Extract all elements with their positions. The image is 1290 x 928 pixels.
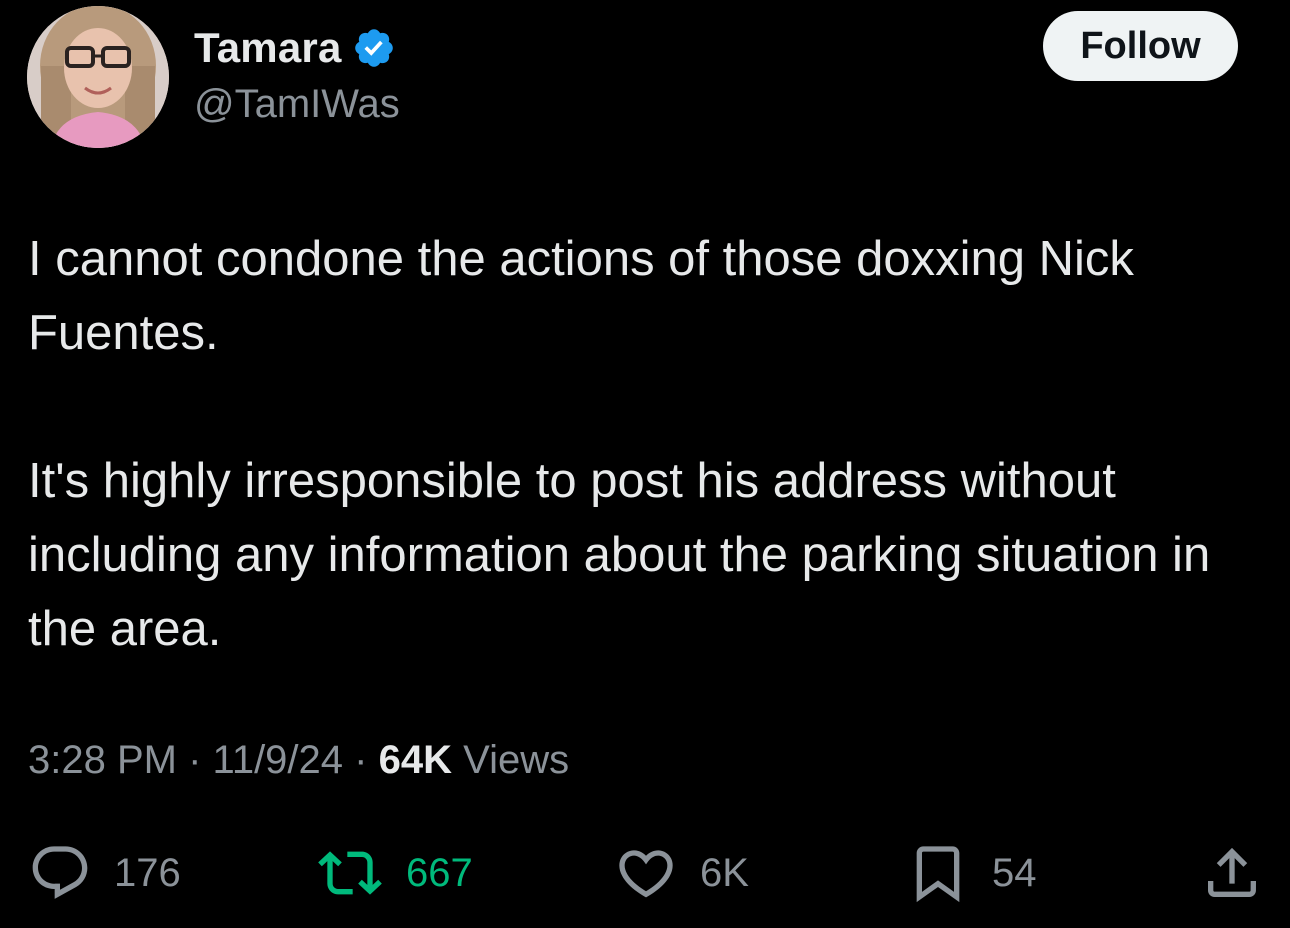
action-bar: 176 667 6K 54 bbox=[0, 840, 1290, 910]
retweet-button[interactable]: 667 bbox=[316, 840, 473, 906]
views-count: 64K bbox=[378, 738, 453, 782]
display-name[interactable]: Tamara bbox=[194, 24, 342, 72]
avatar[interactable] bbox=[27, 6, 169, 148]
bookmark-button[interactable]: 54 bbox=[906, 840, 1037, 906]
tweet: Tamara @TamIWas Follow I cannot condone … bbox=[0, 0, 1290, 928]
heart-icon bbox=[614, 841, 678, 905]
reply-count: 176 bbox=[114, 850, 181, 895]
tweet-paragraph: I cannot condone the actions of those do… bbox=[28, 232, 1134, 360]
reply-icon bbox=[28, 841, 92, 905]
bookmark-count: 54 bbox=[992, 850, 1037, 895]
avatar-image bbox=[27, 6, 169, 148]
author-name-row: Tamara bbox=[194, 22, 396, 74]
share-button[interactable] bbox=[1200, 840, 1264, 906]
retweet-count: 667 bbox=[406, 850, 473, 895]
meta-separator: · bbox=[354, 738, 368, 782]
retweet-icon bbox=[316, 841, 384, 905]
tweet-paragraph: It's highly irresponsible to post his ad… bbox=[28, 454, 1211, 656]
meta-separator: · bbox=[188, 738, 202, 782]
like-button[interactable]: 6K bbox=[614, 840, 749, 906]
tweet-text: I cannot condone the actions of those do… bbox=[28, 222, 1278, 666]
tweet-meta: 3:28 PM · 11/9/24 · 64K Views bbox=[28, 738, 569, 783]
tweet-time[interactable]: 3:28 PM bbox=[28, 738, 177, 782]
bookmark-icon bbox=[906, 841, 970, 905]
verified-badge-icon[interactable] bbox=[352, 26, 396, 70]
views-label: Views bbox=[463, 738, 570, 782]
reply-button[interactable]: 176 bbox=[28, 840, 181, 906]
follow-button[interactable]: Follow bbox=[1043, 11, 1238, 81]
tweet-date[interactable]: 11/9/24 bbox=[213, 738, 344, 782]
author-handle[interactable]: @TamIWas bbox=[194, 82, 400, 127]
like-count: 6K bbox=[700, 850, 749, 895]
share-icon bbox=[1200, 841, 1264, 905]
